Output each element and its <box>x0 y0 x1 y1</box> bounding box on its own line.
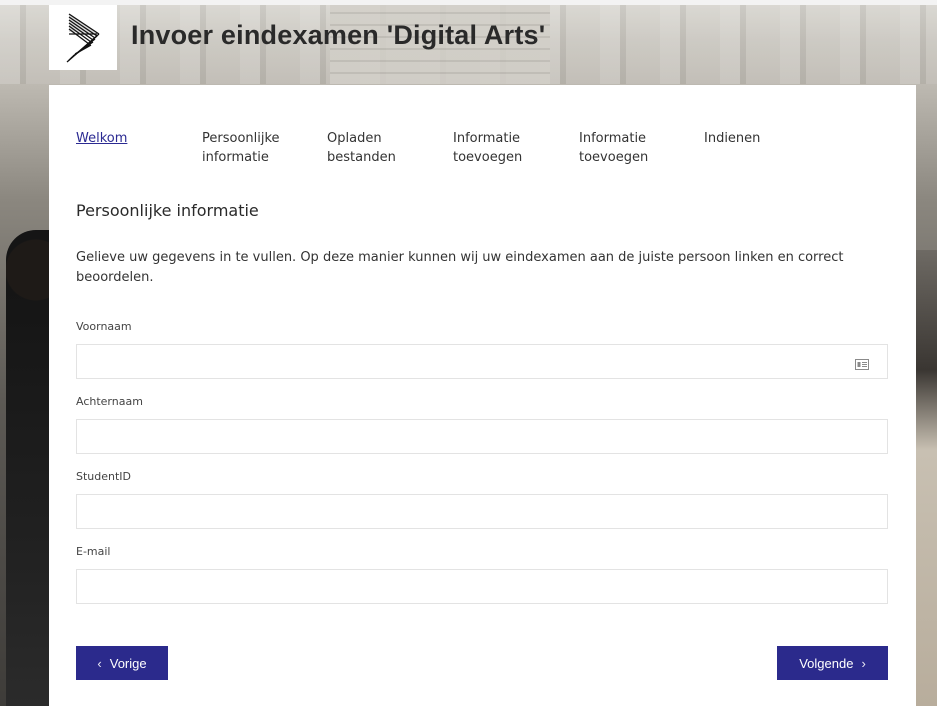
contact-card-icon[interactable] <box>855 359 869 370</box>
previous-button-label: Vorige <box>109 655 147 671</box>
voornaam-field[interactable] <box>76 344 888 379</box>
studentid-field[interactable] <box>76 494 888 529</box>
step-informatie-toevoegen-2[interactable]: Informatie toevoegen <box>579 129 704 167</box>
chevron-left-icon: ‹ <box>97 655 102 671</box>
step-welkom[interactable]: Welkom <box>76 129 202 167</box>
next-button[interactable]: Volgende › <box>777 646 888 680</box>
page-title: Invoer eindexamen 'Digital Arts' <box>131 20 546 50</box>
achternaam-label: Achternaam <box>76 395 143 408</box>
studentid-label: StudentID <box>76 470 132 483</box>
top-strip <box>0 0 937 5</box>
section-intro: Gelieve uw gegevens in te vullen. Op dez… <box>76 250 844 285</box>
logo-icon <box>66 12 100 62</box>
chevron-right-icon: › <box>861 655 866 671</box>
step-informatie-toevoegen-1[interactable]: Informatie toevoegen <box>453 129 579 167</box>
logo <box>49 5 117 70</box>
step-indienen[interactable]: Indienen <box>704 129 829 167</box>
step-opladen-bestanden[interactable]: Opladen bestanden <box>327 129 453 167</box>
email-label: E-mail <box>76 545 111 558</box>
achternaam-field[interactable] <box>76 419 888 454</box>
voornaam-label: Voornaam <box>76 320 132 333</box>
section-title: Persoonlijke informatie <box>76 201 259 220</box>
form-card: Welkom Persoonlijke informatie Opladen b… <box>49 85 916 706</box>
step-navigation: Welkom Persoonlijke informatie Opladen b… <box>76 129 829 167</box>
previous-button[interactable]: ‹ Vorige <box>76 646 168 680</box>
step-persoonlijke-informatie[interactable]: Persoonlijke informatie <box>202 129 327 167</box>
email-field[interactable] <box>76 569 888 604</box>
next-button-label: Volgende <box>799 655 854 671</box>
